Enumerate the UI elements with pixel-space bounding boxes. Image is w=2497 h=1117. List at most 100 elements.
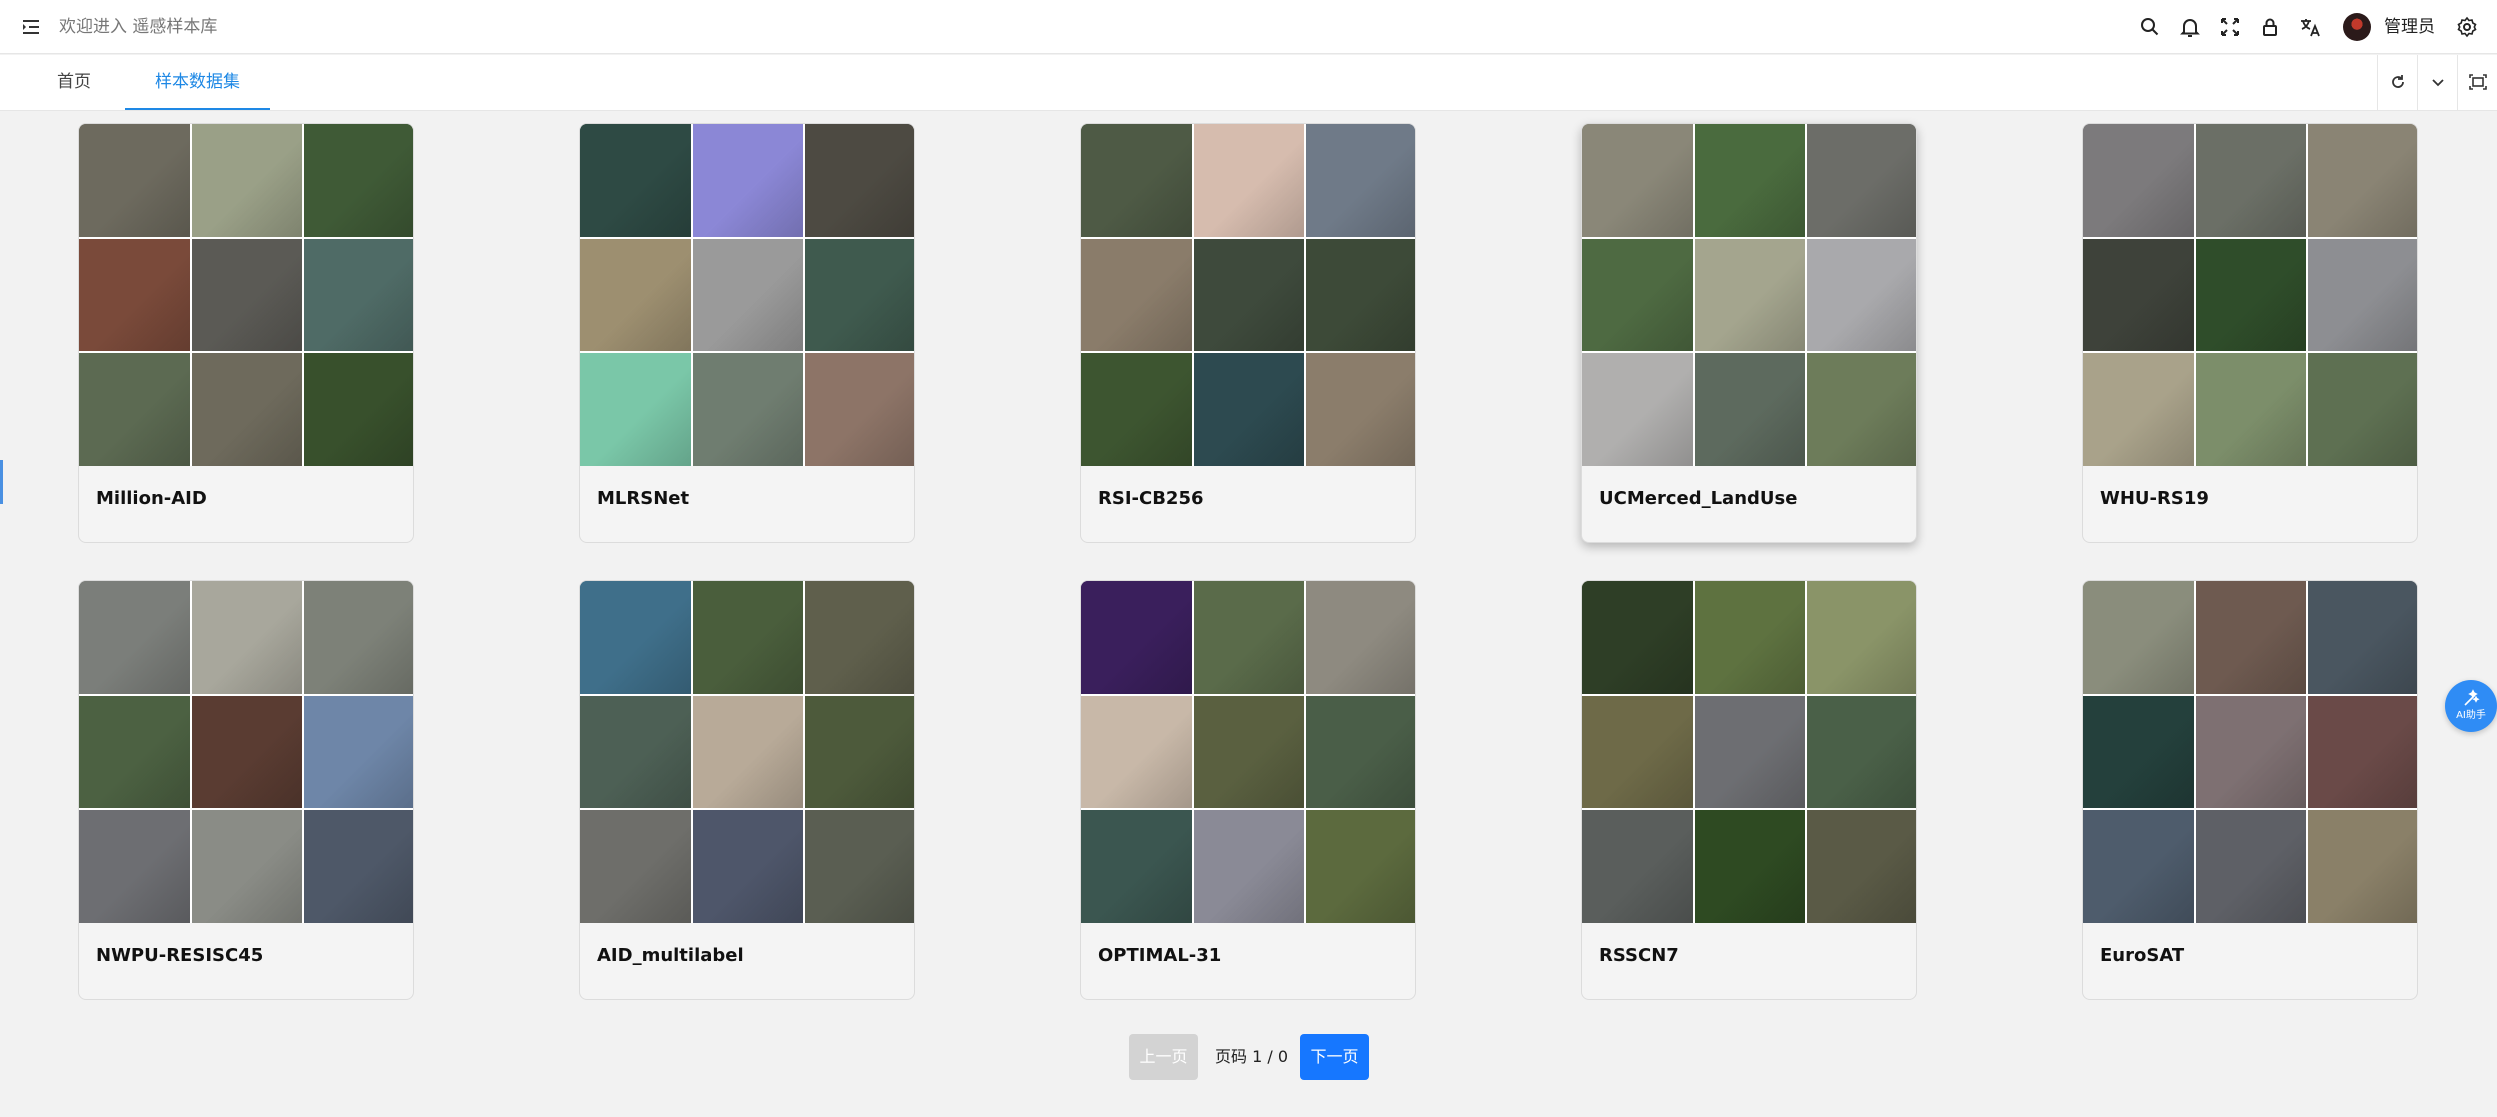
thumbnail-image	[1807, 695, 1916, 809]
lock-icon[interactable]	[2258, 15, 2282, 39]
user-name[interactable]: 管理员	[2384, 15, 2435, 39]
thumbnail-grid	[2083, 581, 2417, 923]
thumbnail-image	[1694, 581, 1806, 694]
dataset-name: MLRSNet	[597, 488, 690, 509]
thumbnail-image	[580, 810, 691, 923]
dataset-card-rsscn7[interactable]: RSSCN7	[1581, 580, 1917, 1000]
thumbnail-image	[79, 124, 190, 237]
next-page-button[interactable]: 下一页	[1300, 1034, 1369, 1080]
thumbnail-image	[1306, 353, 1415, 466]
thumbnail-image	[1081, 581, 1192, 694]
thumbnail-image	[79, 810, 190, 923]
thumbnail-image	[2083, 238, 2194, 352]
thumbnail-image	[79, 238, 190, 352]
thumbnail-image	[2083, 695, 2194, 809]
ai-assistant-button[interactable]: AI助手	[2445, 680, 2497, 732]
thumbnail-image	[2308, 695, 2417, 809]
thumbnail-image	[805, 124, 914, 237]
thumbnail-grid	[1582, 581, 1916, 923]
translate-icon[interactable]	[2298, 15, 2322, 39]
thumbnail-image	[304, 695, 413, 809]
dataset-card-aid-multilabel[interactable]: AID_multilabel	[579, 580, 915, 1000]
thumbnail-image	[191, 695, 303, 809]
thumbnail-grid	[1081, 581, 1415, 923]
dataset-name: Million-AID	[96, 488, 207, 509]
dataset-name: RSSCN7	[1599, 945, 1679, 966]
thumbnail-grid	[79, 124, 413, 466]
dataset-card-whu-rs19[interactable]: WHU-RS19	[2082, 123, 2418, 543]
thumbnail-image	[2083, 124, 2194, 237]
fullscreen-icon[interactable]	[2218, 15, 2242, 39]
dataset-card-mlrsnet[interactable]: MLRSNet	[579, 123, 915, 543]
thumbnail-image	[79, 581, 190, 694]
dataset-card-nwpu-resisc45[interactable]: NWPU-RESISC45	[78, 580, 414, 1000]
thumbnail-image	[692, 353, 804, 466]
dataset-card-optimal-31[interactable]: OPTIMAL-31	[1080, 580, 1416, 1000]
thumbnail-image	[304, 238, 413, 352]
thumbnail-image	[304, 810, 413, 923]
thumbnail-image	[2308, 581, 2417, 694]
thumbnail-image	[2195, 810, 2307, 923]
thumbnail-image	[1306, 124, 1415, 237]
chevron-down-icon[interactable]	[2417, 55, 2457, 110]
refresh-icon[interactable]	[2377, 55, 2417, 110]
dataset-name: AID_multilabel	[597, 945, 744, 966]
dataset-card-rsi-cb256[interactable]: RSI-CB256	[1080, 123, 1416, 543]
dataset-name: UCMerced_LandUse	[1599, 488, 1798, 509]
dataset-name: WHU-RS19	[2100, 488, 2209, 509]
fit-screen-icon[interactable]	[2457, 55, 2497, 110]
thumbnail-image	[2195, 238, 2307, 352]
dataset-name: NWPU-RESISC45	[96, 945, 264, 966]
avatar[interactable]	[2343, 13, 2371, 41]
thumbnail-image	[191, 810, 303, 923]
thumbnail-image	[1193, 353, 1305, 466]
thumbnail-image	[580, 353, 691, 466]
thumbnail-image	[692, 124, 804, 237]
thumbnail-image	[580, 581, 691, 694]
thumbnail-image	[1306, 238, 1415, 352]
settings-icon[interactable]	[2455, 15, 2479, 39]
ai-assistant-label: AI助手	[2456, 710, 2486, 721]
thumbnail-image	[304, 581, 413, 694]
prev-page-button[interactable]: 上一页	[1129, 1034, 1198, 1080]
thumbnail-image	[1694, 124, 1806, 237]
thumbnail-image	[1193, 581, 1305, 694]
thumbnail-image	[1193, 695, 1305, 809]
dataset-card-million-aid[interactable]: Million-AID	[78, 123, 414, 543]
thumbnail-image	[1582, 353, 1693, 466]
menu-fold-icon[interactable]	[20, 16, 42, 38]
thumbnail-image	[1694, 810, 1806, 923]
dataset-card-eurosat[interactable]: EuroSAT	[2082, 580, 2418, 1000]
thumbnail-image	[1807, 581, 1916, 694]
thumbnail-image	[1081, 124, 1192, 237]
dataset-name: OPTIMAL-31	[1098, 945, 1222, 966]
thumbnail-image	[805, 238, 914, 352]
tab-home[interactable]: 首页	[44, 55, 104, 110]
thumbnail-image	[1807, 810, 1916, 923]
thumbnail-image	[805, 353, 914, 466]
bell-icon[interactable]	[2178, 15, 2202, 39]
thumbnail-grid	[1582, 124, 1916, 466]
thumbnail-image	[1306, 695, 1415, 809]
search-icon[interactable]	[2138, 15, 2162, 39]
welcome-text: 欢迎进入 遥感样本库	[59, 17, 218, 37]
thumbnail-image	[1081, 353, 1192, 466]
thumbnail-image	[2195, 695, 2307, 809]
thumbnail-image	[805, 695, 914, 809]
thumbnail-image	[1306, 581, 1415, 694]
thumbnail-image	[1582, 238, 1693, 352]
thumbnail-image	[2308, 238, 2417, 352]
tab-sample-datasets[interactable]: 样本数据集	[125, 55, 270, 110]
thumbnail-image	[692, 695, 804, 809]
thumbnail-image	[191, 124, 303, 237]
thumbnail-image	[2083, 810, 2194, 923]
dataset-card-ucmerced-landuse[interactable]: UCMerced_LandUse	[1581, 123, 1917, 543]
left-edge-indicator	[0, 460, 3, 504]
thumbnail-grid	[580, 581, 914, 923]
thumbnail-image	[1193, 124, 1305, 237]
thumbnail-image	[1694, 353, 1806, 466]
thumbnail-image	[304, 353, 413, 466]
thumbnail-image	[1807, 238, 1916, 352]
top-bar: 欢迎进入 遥感样本库 管理员	[0, 0, 2497, 54]
thumbnail-grid	[79, 581, 413, 923]
